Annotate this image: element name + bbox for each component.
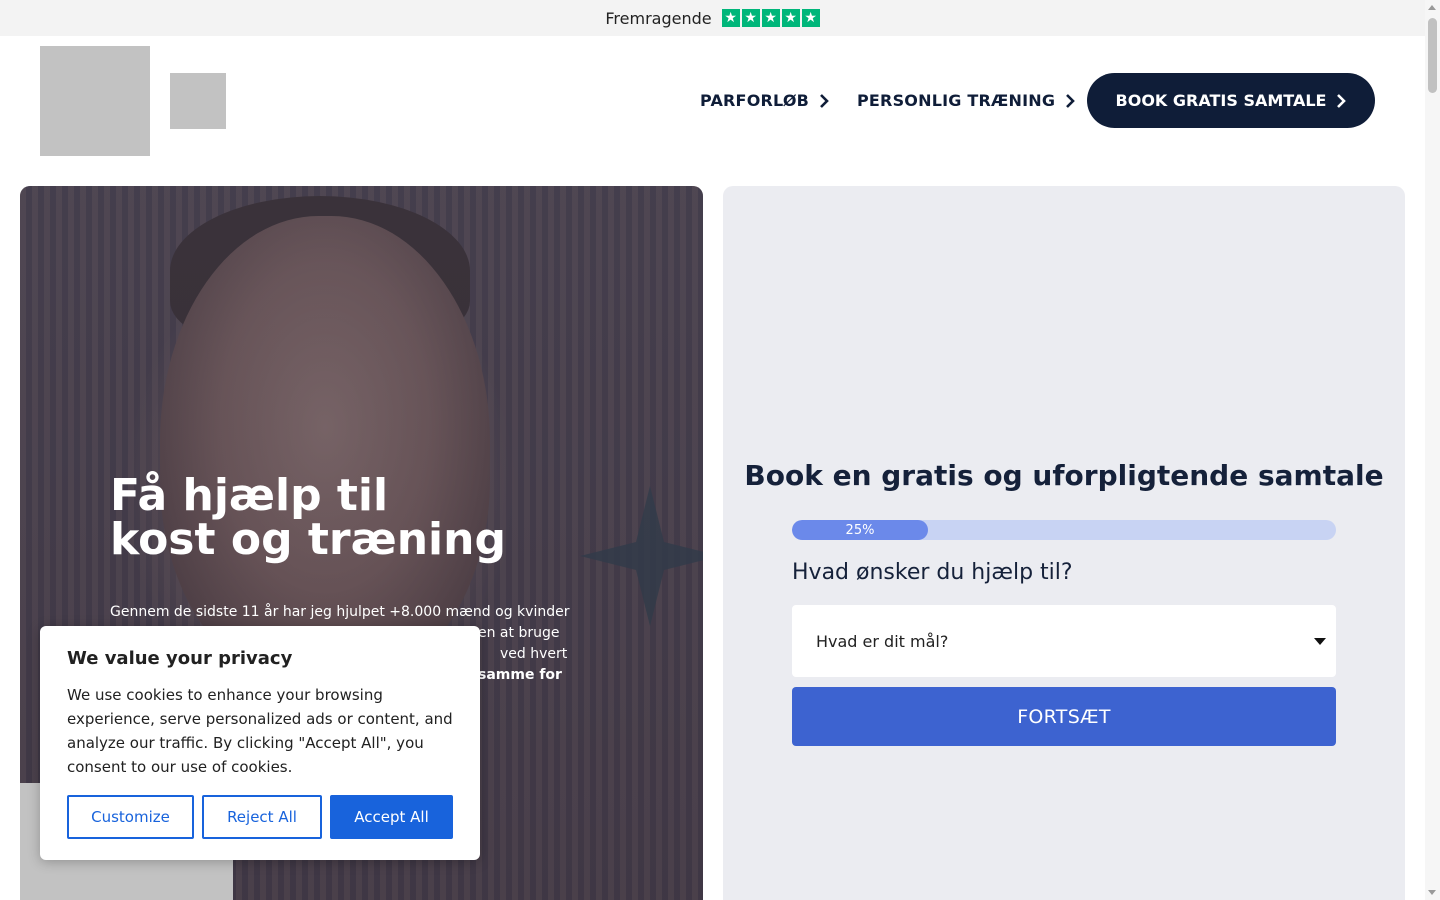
nav-link-parforlob[interactable]: PARFORLØB xyxy=(700,91,829,110)
nav-link-label: PARFORLØB xyxy=(700,91,810,110)
rating-label: Fremragende xyxy=(605,8,712,28)
booking-form-panel: Book en gratis og uforpligtende samtale … xyxy=(723,186,1405,900)
page-scrollbar[interactable] xyxy=(1425,0,1440,900)
star-lamp-icon xyxy=(580,486,703,626)
hero-photo xyxy=(170,196,470,346)
hero-title: Få hjælp til kost og træning xyxy=(110,470,506,565)
scroll-up-arrow-icon[interactable] xyxy=(1428,5,1436,10)
cookie-consent-banner: We value your privacy We use cookies to … xyxy=(40,626,480,860)
star-icon: ★ xyxy=(801,9,820,27)
rating-stars: ★ ★ ★ ★ ★ xyxy=(721,9,820,27)
chevron-right-icon xyxy=(1066,93,1076,108)
continue-button[interactable]: FORTSÆT xyxy=(792,687,1336,746)
chevron-right-icon xyxy=(1337,93,1347,108)
star-icon: ★ xyxy=(741,9,760,27)
reject-all-button[interactable]: Reject All xyxy=(202,795,322,839)
book-call-label: BOOK GRATIS SAMTALE xyxy=(1115,91,1327,110)
nav-link-personlig-traening[interactable]: PERSONLIG TRÆNING xyxy=(857,91,1076,110)
form-question: Hvad ønsker du hjælp til? xyxy=(792,560,1073,585)
cookie-text: We use cookies to enhance your browsing … xyxy=(67,686,453,776)
customize-button[interactable]: Customize xyxy=(67,795,194,839)
star-icon: ★ xyxy=(761,9,780,27)
logo-image[interactable] xyxy=(40,46,150,156)
customize-label: Customize xyxy=(91,808,170,826)
progress-fill: 25% xyxy=(792,520,928,540)
star-icon: ★ xyxy=(781,9,800,27)
progress-bar: 25% xyxy=(792,520,1336,540)
star-icon: ★ xyxy=(721,9,740,27)
form-title: Book en gratis og uforpligtende samtale xyxy=(744,459,1384,492)
continue-label: FORTSÆT xyxy=(1017,705,1111,728)
reject-all-label: Reject All xyxy=(227,808,297,826)
scrollbar-thumb[interactable] xyxy=(1428,18,1437,93)
cookie-title: We value your privacy xyxy=(67,648,293,669)
book-call-button[interactable]: BOOK GRATIS SAMTALE xyxy=(1087,73,1375,128)
scroll-down-arrow-icon[interactable] xyxy=(1428,890,1436,895)
cookie-actions: Customize Reject All Accept All xyxy=(67,795,453,839)
chevron-right-icon xyxy=(820,93,829,108)
nav-link-label: PERSONLIG TRÆNING xyxy=(857,91,1056,110)
goal-select-value: Hvad er dit mål? xyxy=(816,631,949,651)
accept-all-label: Accept All xyxy=(354,808,429,826)
caret-down-icon xyxy=(1314,638,1326,645)
logo-secondary-image xyxy=(170,73,226,129)
progress-label: 25% xyxy=(845,522,875,538)
trustpilot-bar: Fremragende ★ ★ ★ ★ ★ xyxy=(0,0,1425,36)
goal-select[interactable]: Hvad er dit mål? xyxy=(792,605,1336,677)
accept-all-button[interactable]: Accept All xyxy=(330,795,453,839)
